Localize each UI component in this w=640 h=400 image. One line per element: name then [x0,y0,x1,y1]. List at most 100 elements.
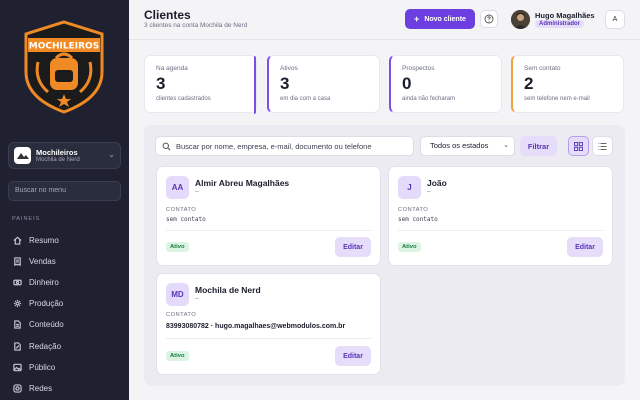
stat-desc: ainda não fecharam [402,96,456,102]
gear-icon [12,298,22,308]
client-name: Mochila de Nerd [195,285,261,295]
card-divider [166,338,371,339]
chevron-down-icon: ⌄ [503,142,509,149]
font-size-button[interactable]: A [605,10,625,29]
edit-button[interactable]: Editar [335,346,371,366]
stat-card-agenda: Na agenda 3 clientes cadastrados [144,55,257,114]
search-input[interactable]: Buscar por nome, empresa, e-mail, docume… [155,136,414,156]
stat-desc: clientes cadastrados [156,96,211,102]
sidebar-item-label: Conteúdo [29,319,64,329]
client-company: – [195,295,199,302]
stat-value: 0 [402,74,412,93]
avatar[interactable] [511,10,530,29]
client-name: João [427,178,447,188]
client-name: Almir Abreu Magalhães [195,178,290,188]
tenant-name: Mochileiros [36,148,78,157]
status-select-value: Todos os estados [430,141,489,150]
client-avatar: AA [166,176,189,199]
card-divider [398,230,603,231]
sidebar-item-label: Redes [29,383,53,393]
sidebar-item-publico[interactable]: Público [12,360,55,374]
sidebar-item-label: Redação [29,341,62,351]
home-icon [12,235,22,245]
status-badge: Ativo [166,242,189,252]
client-card: J João – CONTATO sem contato Ativo Edita… [388,166,613,266]
search-placeholder: Buscar por nome, empresa, e-mail, docume… [176,142,372,151]
stat-value: 3 [280,74,290,93]
contact-label: CONTATO [166,207,197,213]
sidebar: MOCHILEIROS Mochileiros Mochila de Nerd … [0,0,129,400]
edit-icon [12,341,22,351]
grid-view-button[interactable] [568,136,589,156]
image-icon [12,362,22,372]
contact-label: CONTATO [166,312,197,318]
list-view-button[interactable] [592,136,613,156]
tenant-sub: Mochila de Nerd [36,157,80,163]
edit-button[interactable]: Editar [335,237,371,257]
camera-icon [12,383,22,393]
sidebar-item-redes[interactable]: Redes [12,381,52,395]
contact-label: CONTATO [398,207,429,213]
sidebar-item-label: Resumo [29,235,59,245]
stat-value: 2 [524,74,534,93]
filter-button[interactable]: Filtrar [520,136,557,156]
new-client-label: Novo cliente [424,15,466,23]
cash-icon [12,277,22,287]
user-role-badge: Administrador [535,20,585,28]
contact-value: sem contato [398,216,438,223]
tenant-switcher[interactable]: Mochileiros Mochila de Nerd ⌄ [8,142,121,169]
chevron-down-icon: ⌄ [108,150,115,159]
stat-card-ativos: Ativos 3 em dia com a casa [267,55,380,113]
header-divider [129,39,640,40]
tenant-avatar [14,147,31,164]
sidebar-item-label: Produção [29,298,64,308]
stat-value: 3 [156,74,166,93]
status-badge: Ativo [166,351,189,361]
client-avatar: J [398,176,421,199]
status-select[interactable]: Todos os estados ⌄ [420,136,515,156]
stat-label: Na agenda [156,65,188,72]
sidebar-item-label: Vendas [29,256,56,266]
sidebar-item-resumo[interactable]: Resumo [12,233,59,247]
user-name: Hugo Magalhães [535,11,595,20]
search-icon [162,142,171,151]
client-company: – [427,188,431,195]
sidebar-item-label: Dinheiro [29,277,59,287]
menu-search-input[interactable]: Buscar no menu [8,181,121,201]
page-title: Clientes [144,8,191,22]
client-card: AA Almir Abreu Magalhães – CONTATO sem c… [156,166,381,266]
stat-desc: em dia com a casa [280,96,331,102]
contact-value: sem contato [166,216,206,223]
plus-icon: + [414,14,420,24]
page-subtitle: 3 clientes na conta Mochila de Nerd [144,22,248,29]
list-icon [598,142,607,150]
stat-label: Sem contato [524,65,561,72]
stat-label: Prospectos [402,65,435,72]
stat-accent [254,56,256,114]
stat-desc: sem telefone nem e-mail [524,96,590,102]
card-divider [166,230,371,231]
brand-logo: MOCHILEIROS [22,20,106,114]
new-client-button[interactable]: + Novo cliente [405,9,475,29]
grid-icon [574,141,583,151]
client-avatar: MD [166,283,189,306]
help-button[interactable] [480,10,498,28]
client-card: MD Mochila de Nerd – CONTATO 83993080782… [156,273,381,375]
stat-label: Ativos [280,65,298,72]
receipt-icon [12,256,22,266]
status-badge: Ativo [398,242,421,252]
sidebar-item-dinheiro[interactable]: Dinheiro [12,275,59,289]
logo-text: MOCHILEIROS [29,42,99,52]
sidebar-item-producao[interactable]: Produção [12,296,63,310]
edit-button[interactable]: Editar [567,237,603,257]
stat-card-prospectos: Prospectos 0 ainda não fecharam [389,55,502,113]
sidebar-item-label: Público [29,362,56,372]
client-company: – [195,188,199,195]
sidebar-item-conteudo[interactable]: Conteúdo [12,317,64,331]
sidebar-item-vendas[interactable]: Vendas [12,254,56,268]
sidebar-item-redacao[interactable]: Redação [12,339,61,353]
stat-card-sem-contato: Sem contato 2 sem telefone nem e-mail [511,55,624,113]
contact-value: 83993080782 · hugo.magalhaes@webmodulos.… [166,323,346,330]
section-label: PAINEIS [12,216,41,222]
help-icon [484,14,494,24]
